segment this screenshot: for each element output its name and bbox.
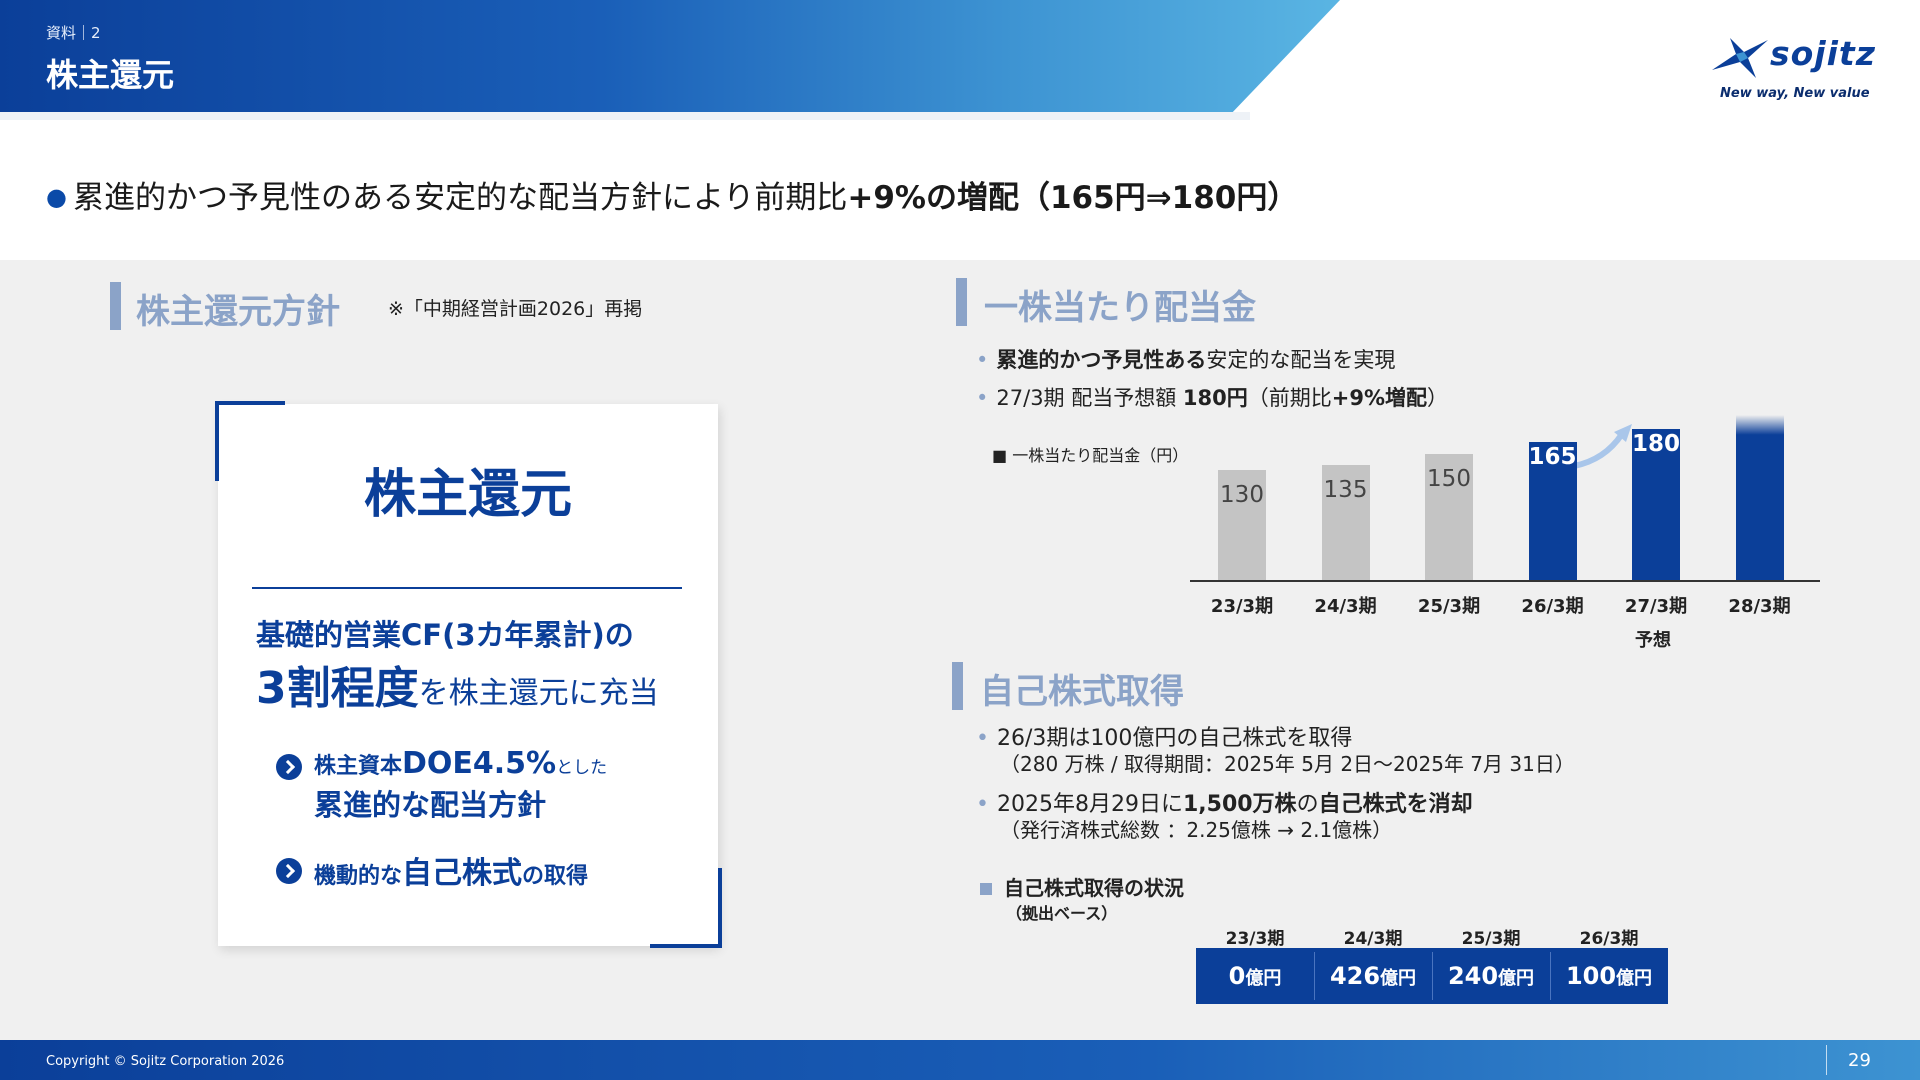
policy-note: ※「中期経営計画2026」再掲: [388, 298, 643, 320]
policy-section-title: 株主還元方針: [136, 292, 340, 332]
bullet-icon: •: [976, 726, 989, 751]
table-header: 23/3期: [1225, 929, 1285, 949]
dividend-bullet-1-rest: 安定的な配当を実現: [1206, 348, 1396, 372]
bullet-2-part-a: 機動的な: [314, 864, 403, 889]
cell-unit: 億円: [1498, 968, 1535, 989]
cell-value: 240: [1447, 962, 1499, 990]
bullet-1-part-a: 株主資本: [314, 754, 403, 779]
chevron-right-icon: [276, 858, 302, 884]
table-header: 26/3期: [1579, 929, 1639, 949]
chart-x-label: 28/3期: [1728, 596, 1791, 617]
dividend-chart: 130 23/3期 135 24/3期 150 25/3期 165 26/3期 180 27/3期…: [1180, 400, 1820, 660]
chart-legend: ■ 一株当たり配当金（円）: [992, 446, 1189, 465]
table-header: 24/3期: [1343, 929, 1403, 949]
section-bar: [952, 662, 963, 710]
copyright: Copyright © Sojitz Corporation 2026: [46, 1054, 285, 1069]
header-subtitle: 資料｜2: [46, 24, 101, 42]
logo-wordmark: sojitz: [1770, 34, 1876, 73]
card-divider: [252, 587, 682, 589]
treasury-bullet-2-sub: （発行済株式総数 ：2.25億株 → 2.1億株）: [1000, 818, 1393, 842]
logo-star-icon: [1712, 38, 1768, 78]
card-corner-decoration: [650, 868, 722, 948]
bullet-1-part-c: とした: [556, 758, 608, 778]
card-line-1: 基礎的営業CF(3カ年累計)の: [256, 618, 634, 652]
chevron-right-icon: [276, 754, 302, 780]
treasury-bullet-1-sub: （280 万株 / 取得期間：2025年 5月 2日～2025年 7月 31日）: [1000, 752, 1575, 776]
section-bar: [110, 282, 121, 330]
chart-bar: [1735, 415, 1784, 580]
headline-emphasis: +9%の増配（165円⇒180円）: [847, 180, 1299, 216]
bullet-2-part-c: の取得: [522, 864, 589, 889]
square-icon: [980, 883, 992, 895]
bullet-icon: •: [976, 348, 989, 372]
chart-x-label: 23/3期: [1210, 596, 1274, 617]
footer-divider: [1826, 1045, 1827, 1075]
section-bar: [956, 278, 967, 326]
cell-unit: 億円: [1245, 968, 1282, 989]
policy-bullet-1: 株主資本DOE4.5%とした: [314, 746, 607, 781]
treasury-section-title: 自己株式取得: [980, 672, 1184, 712]
chart-value-label: 165: [1528, 444, 1577, 470]
cell-unit: 億円: [1616, 968, 1653, 989]
header-banner: [0, 0, 1340, 112]
logo-tagline: New way, New value: [1720, 86, 1870, 101]
table-cell: 240億円: [1432, 948, 1550, 1004]
forecast-label: 予想: [1635, 630, 1671, 651]
header-shadow: [0, 112, 1250, 120]
policy-bullet-1-line-2: 累進的な配当方針: [314, 788, 547, 822]
dividend-bullet-1: • 累進的かつ予見性ある安定的な配当を実現: [976, 344, 1395, 374]
card-line-2-rest: を株主還元に充当: [418, 676, 659, 711]
status-title-text: 自己株式取得の状況: [1004, 876, 1184, 900]
card-line-2: 3割程度を株主還元に充当: [256, 652, 659, 716]
status-subtitle: （拠出ベース）: [1006, 904, 1118, 923]
headline-text: 累進的かつ予見性のある安定的な配当方針により前期比: [72, 180, 848, 216]
page-title: 株主還元: [46, 56, 175, 94]
company-logo: sojitz New way, New value: [1708, 32, 1898, 112]
headline: ● 累進的かつ予見性のある安定的な配当方針により前期比+9%の増配（165円⇒18…: [46, 172, 1298, 217]
chart-value-label: 180: [1631, 431, 1680, 457]
header: 資料｜2 株主還元: [0, 0, 1920, 112]
card-title: 株主還元: [363, 465, 572, 525]
chart-axis: [1190, 580, 1820, 582]
bullet-dot-icon: ●: [46, 183, 67, 211]
chart-value-label: 135: [1323, 477, 1368, 503]
cell-value: 100: [1565, 962, 1617, 990]
table-header: 25/3期: [1461, 929, 1521, 949]
chart-value-label: 150: [1427, 466, 1471, 492]
status-title: 自己株式取得の状況: [980, 872, 1184, 901]
table-divider: [1314, 952, 1315, 1000]
footer: [0, 1040, 1920, 1080]
chart-x-label: 24/3期: [1314, 596, 1377, 617]
chart-value-label: 130: [1220, 482, 1264, 508]
cell-value: 426: [1329, 962, 1381, 990]
bullet-icon: •: [976, 792, 989, 817]
chart-x-label: 27/3期: [1624, 596, 1688, 617]
bullet-1-part-b: DOE4.5%: [402, 746, 557, 781]
bullet-2-part-b: 自己株式: [402, 856, 523, 891]
dividend-section-title: 一株当たり配当金: [984, 288, 1256, 328]
table-cell: 100億円: [1550, 948, 1668, 1004]
table-divider: [1550, 952, 1551, 1000]
chart-x-label: 25/3期: [1417, 596, 1481, 617]
chart-x-label: 26/3期: [1521, 596, 1584, 617]
bullet-icon: •: [976, 386, 989, 410]
cell-value: 0: [1228, 962, 1246, 990]
dividend-bullet-1-bold: 累進的かつ予見性ある: [996, 348, 1207, 372]
card-emphasis: 3割程度: [256, 663, 419, 714]
dividend-bullet-2-a: 27/3期 配当予想額: [996, 386, 1183, 410]
cell-unit: 億円: [1380, 968, 1417, 989]
policy-bullet-2: 機動的な自己株式の取得: [314, 848, 588, 892]
table-cell: 426億円: [1314, 948, 1432, 1004]
table-divider: [1432, 952, 1433, 1000]
table-cell: 0億円: [1196, 948, 1314, 1004]
page-number: 29: [1848, 1050, 1871, 1071]
